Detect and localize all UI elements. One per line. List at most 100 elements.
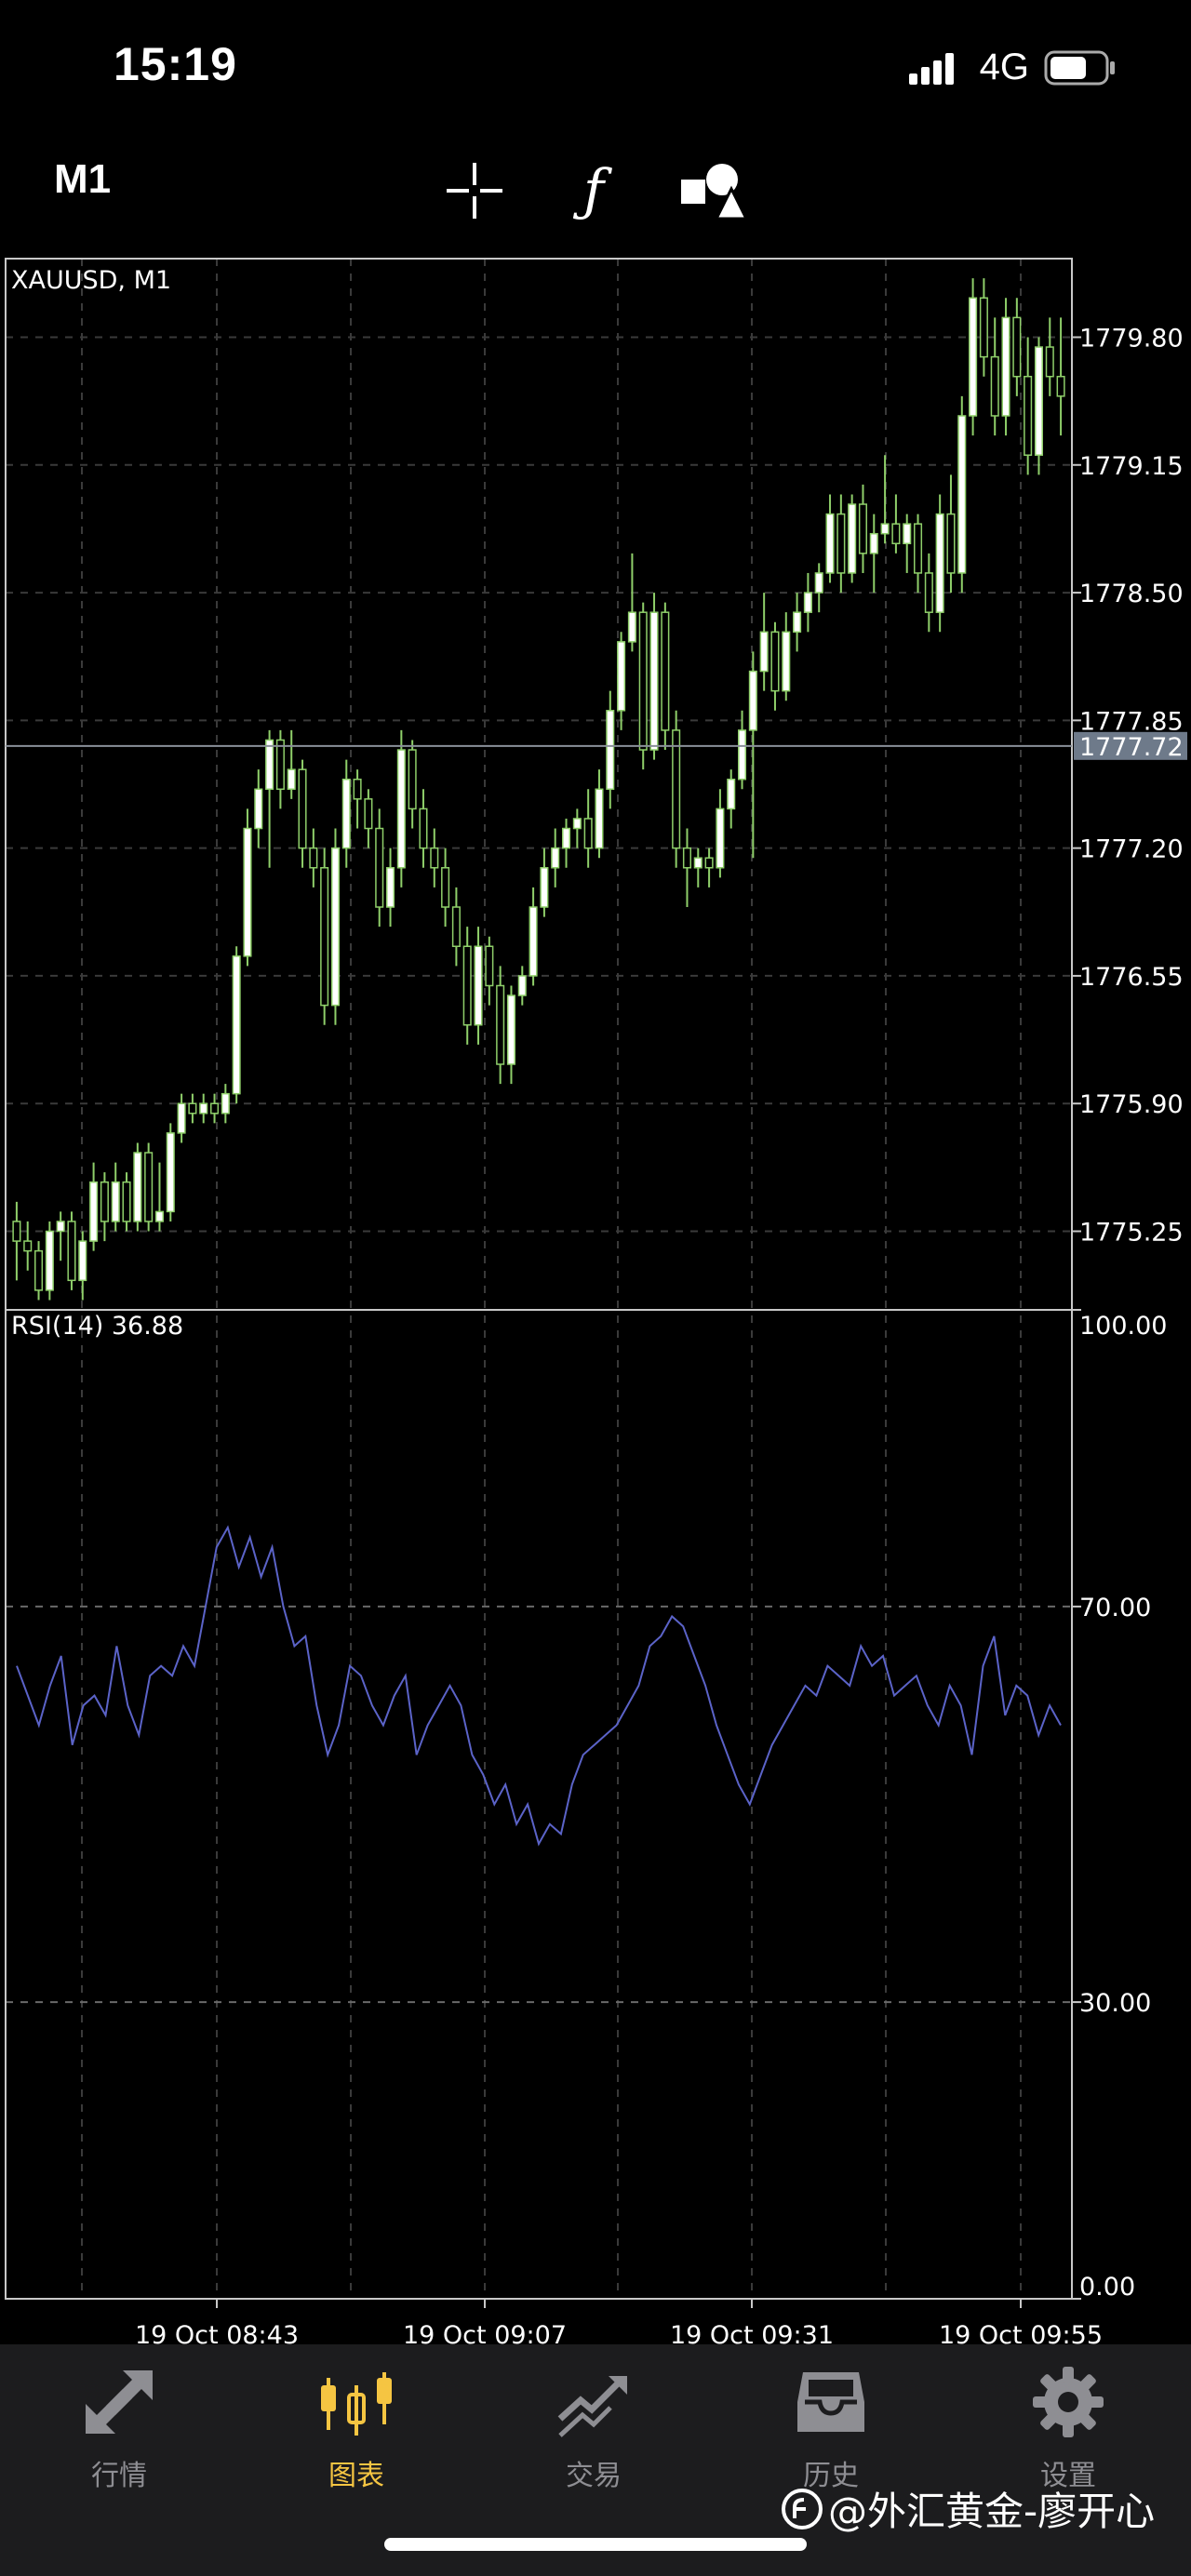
chart-grid [6, 259, 1072, 2299]
candle-body [649, 611, 659, 751]
watermark: @外汇黄金-廖开心 [782, 2480, 1155, 2537]
candle-body [759, 631, 769, 673]
tab-history[interactable]: 历史 [756, 2354, 905, 2492]
candle-body [320, 867, 329, 1007]
candle-body [341, 778, 351, 849]
tab-trade-label: 交易 [566, 2460, 622, 2492]
objects-icon [681, 164, 744, 220]
tab-quotes[interactable]: 行情 [45, 2354, 194, 2492]
price-chart[interactable]: 19 Oct 08:43 19 Oct 09:07 19 Oct 09:31 19 O… [0, 256, 1191, 2344]
x-tick-label: 19 Oct 09:55 [939, 2321, 1103, 2344]
home-indicator [384, 2538, 807, 2551]
tab-chart[interactable]: 图表 [282, 2354, 431, 2492]
candles [12, 278, 1065, 1301]
candle-body [572, 818, 582, 830]
y-tick-label: 1779.15 [1079, 452, 1184, 481]
trade-icon [557, 2376, 627, 2437]
candle-body [408, 749, 417, 810]
candle-body [485, 945, 494, 987]
candle-body [23, 1240, 33, 1252]
network-type: 4G [979, 47, 1029, 87]
indicators-button[interactable]: ƒ [561, 158, 626, 223]
candle-body [330, 847, 340, 1007]
candle-body [221, 1092, 230, 1114]
candle-body [990, 355, 999, 417]
candle-body [540, 867, 549, 908]
candle-body [903, 523, 912, 545]
candle-body [748, 670, 757, 731]
rsi-label: RSI(14) 36.88 [11, 1312, 183, 1341]
candle-body [770, 631, 780, 692]
objects-button[interactable] [679, 158, 744, 223]
candle-body [1001, 316, 1010, 417]
current-price-label: 1777.72 [1079, 733, 1184, 762]
candle-body [177, 1102, 186, 1134]
candle-body [199, 1102, 208, 1114]
signal-icon [908, 52, 954, 85]
candle-body [111, 1181, 120, 1222]
status-right: 4G [908, 47, 1117, 88]
candle-body [606, 710, 615, 791]
y-tick-label: 1778.50 [1079, 580, 1184, 608]
candle-body [880, 523, 890, 535]
candle-body [858, 503, 867, 554]
candle-body [166, 1132, 175, 1213]
status-bar: 15:19 4G [0, 0, 1191, 140]
candle-body [551, 847, 560, 869]
weibo-logo-icon [782, 2488, 823, 2529]
candle-body [243, 827, 252, 957]
candle-body [441, 867, 450, 908]
candle-body [430, 847, 439, 869]
candle-body [188, 1102, 197, 1114]
candle-body [298, 768, 307, 849]
main-chart-frame [5, 258, 1073, 1311]
crosshair-button[interactable] [442, 158, 507, 223]
candle-body [309, 847, 318, 869]
chart-symbol-label: XAUUSD, M1 [11, 266, 171, 295]
candle-body [782, 631, 791, 692]
candle-body [969, 297, 978, 417]
tab-trade[interactable]: 交易 [519, 2354, 668, 2492]
rsi-tick-label: 30.00 [1079, 1989, 1151, 2018]
candle-body [364, 798, 373, 830]
battery-icon [1044, 50, 1115, 85]
candle-body [210, 1102, 220, 1114]
tab-chart-label: 图表 [328, 2460, 384, 2492]
tab-settings[interactable]: 设置 [994, 2354, 1143, 2492]
candle-body [814, 572, 823, 594]
rsi-line [16, 1525, 1062, 1847]
candle-body [34, 1249, 44, 1291]
candle-body [836, 513, 846, 574]
candle-body [793, 611, 802, 634]
candle-body [716, 808, 725, 869]
candle-body [100, 1181, 109, 1222]
rsi-indicator [16, 1525, 1062, 1847]
candle-body [583, 818, 593, 849]
candle-body [517, 975, 527, 996]
candle-body [1034, 346, 1043, 456]
function-icon: ƒ [582, 158, 605, 223]
timeframe-button[interactable]: M1 [54, 156, 111, 203]
status-time: 15:19 [114, 38, 237, 90]
y-tick-label: 1777.85 [1079, 707, 1184, 736]
candle-body [56, 1221, 65, 1233]
candle-body [144, 1152, 154, 1222]
candle-body [254, 788, 263, 830]
watermark-text: @外汇黄金-廖开心 [828, 2489, 1156, 2534]
candle-body [891, 523, 901, 545]
candle-body [704, 857, 714, 869]
candle-body [617, 641, 626, 712]
candle-body [496, 984, 505, 1065]
candle-body [353, 778, 362, 800]
candle-body [848, 503, 857, 574]
candle-body [462, 945, 472, 1026]
x-tick-label: 19 Oct 08:43 [135, 2321, 299, 2344]
y-tick-label: 1775.25 [1079, 1219, 1184, 1248]
y-tick-label: 1779.80 [1079, 324, 1184, 353]
y-tick-label: 1775.90 [1079, 1090, 1184, 1119]
y-tick-label: 1776.55 [1079, 963, 1184, 992]
quotes-icon [86, 2370, 153, 2434]
candle-body [738, 729, 747, 781]
candle-body [133, 1152, 142, 1222]
candle-body [122, 1181, 131, 1222]
